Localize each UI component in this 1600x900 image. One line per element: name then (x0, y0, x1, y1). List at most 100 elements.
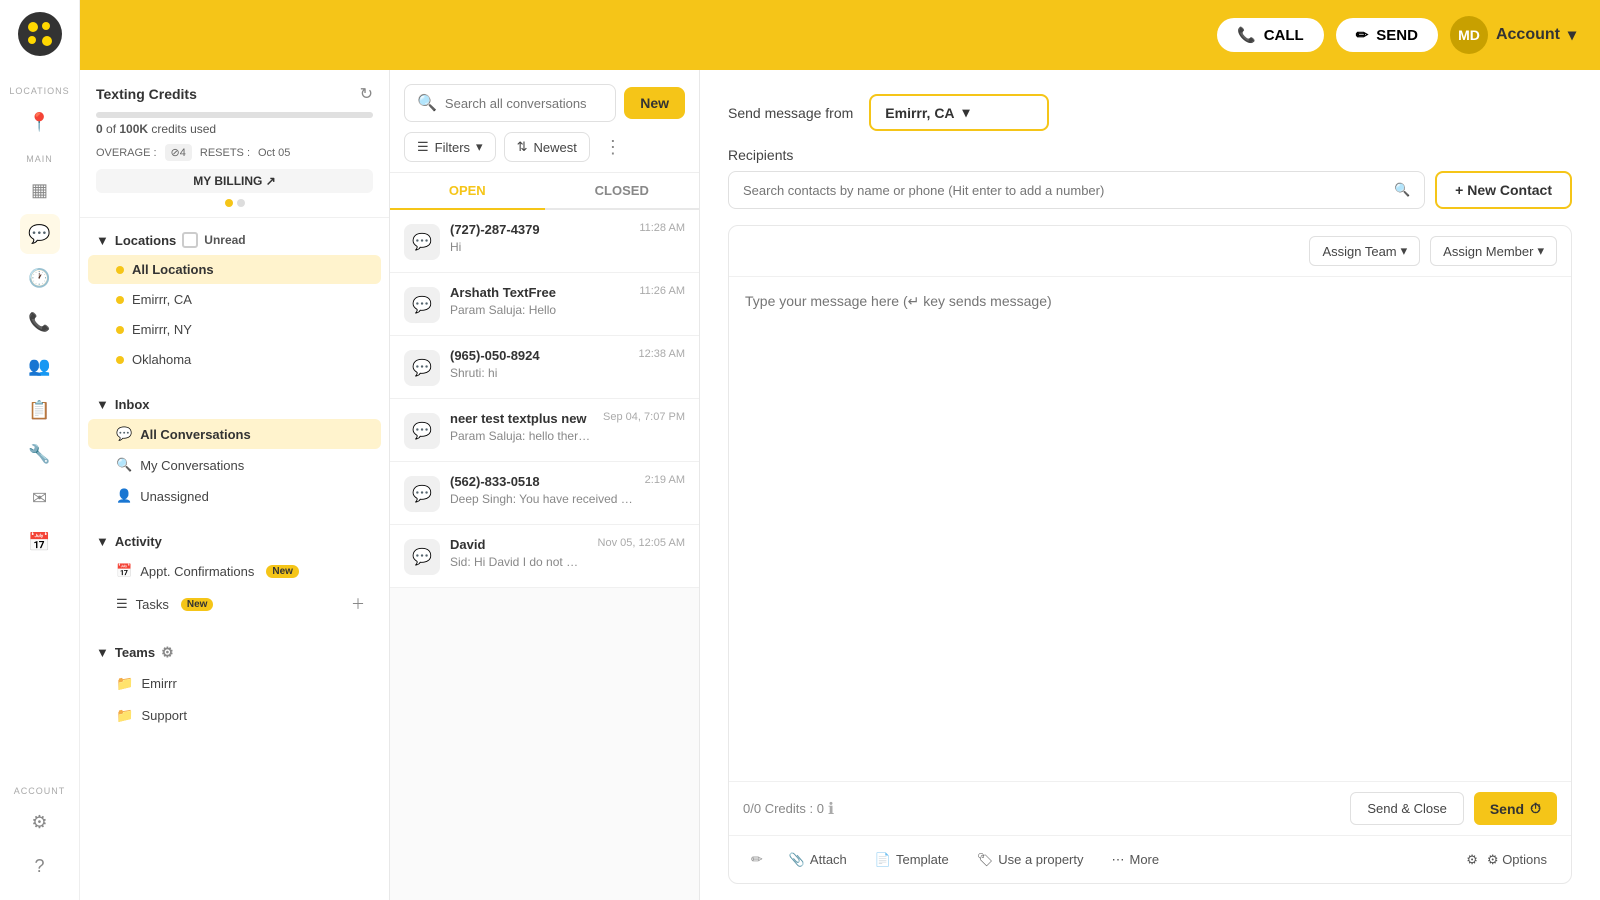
assign-member-button[interactable]: Assign Member ▾ (1430, 236, 1557, 266)
use-property-button[interactable]: 🏷 Use a property (967, 847, 1094, 873)
send-close-button[interactable]: Send & Close (1350, 792, 1464, 825)
my-conversations-icon: 🔍 (116, 457, 132, 473)
message-textarea[interactable] (729, 277, 1571, 781)
tasks-icon: ☰ (116, 596, 128, 612)
footer-left: 0/0 Credits : 0 ℹ (743, 799, 834, 819)
inbox-header[interactable]: ▼ Inbox (80, 391, 389, 418)
conversation-item[interactable]: 💬 neer test textplus new Param Saluja: h… (390, 399, 699, 462)
location-dot-icon (116, 326, 124, 334)
resets-date: Oct 05 (258, 147, 290, 159)
add-task-button[interactable]: ＋ (351, 594, 365, 614)
nav-appt-confirmations[interactable]: 📅 Appt. Confirmations New (88, 556, 381, 586)
recipients-search-input[interactable] (743, 183, 1394, 198)
more-icon: ⋯ (1112, 852, 1125, 868)
credits-progress (96, 112, 373, 118)
nav-team-emirrr[interactable]: 📁 Emirrr (88, 668, 381, 699)
nav-icon-tools[interactable]: 🔧 (20, 434, 60, 474)
nav-icon-settings[interactable]: ⚙ (20, 802, 60, 842)
edit-button[interactable]: ✏ (743, 846, 771, 873)
compose-toolbar-top: Assign Team ▾ Assign Member ▾ (729, 226, 1571, 277)
logo-dot (42, 36, 52, 46)
send-button[interactable]: Send ⏱ (1474, 792, 1557, 825)
avatar: MD (1450, 16, 1488, 54)
location-dot-icon (116, 296, 124, 304)
recipients-input-wrap: 🔍 (728, 171, 1425, 209)
conversation-item[interactable]: 💬 (965)-050-8924 Shruti: hi 12:38 AM (390, 336, 699, 399)
billing-button[interactable]: MY BILLING ↗ (96, 169, 373, 193)
nav-my-conversations[interactable]: 🔍 My Conversations (88, 450, 381, 480)
nav-all-locations[interactable]: All Locations (88, 255, 381, 284)
conversation-item[interactable]: 💬 (727)-287-4379 Hi 11:28 AM (390, 210, 699, 273)
dot-1 (225, 199, 233, 207)
info-icon[interactable]: ℹ (828, 799, 834, 819)
send-button[interactable]: ✏ SEND (1336, 18, 1438, 52)
nav-icon-mail[interactable]: ✉ (20, 478, 60, 518)
conversations-panel: 🔍 New ☰ Filters ▾ ⇅ Newest ⋮ (390, 70, 700, 900)
logo-dot (42, 22, 50, 30)
nav-emirrr-ca[interactable]: Emirrr, CA (88, 285, 381, 314)
nav-all-conversations[interactable]: 💬 All Conversations (88, 419, 381, 449)
nav-icon-calendar[interactable]: 📅 (20, 522, 60, 562)
team-folder-icon: 📁 (116, 675, 133, 692)
account-button[interactable]: MD Account ▾ (1450, 16, 1576, 54)
nav-icon-clock[interactable]: 🕐 (20, 258, 60, 298)
activity-header[interactable]: ▼ Activity (80, 528, 389, 555)
nav-team-support[interactable]: 📁 Support (88, 700, 381, 731)
call-button[interactable]: 📞 CALL (1217, 18, 1324, 52)
conversation-item[interactable]: 💬 Arshath TextFree Param Saluja: Hello 1… (390, 273, 699, 336)
search-box[interactable]: 🔍 (404, 84, 616, 122)
account-label: Account (1496, 26, 1560, 44)
nav-emirrr-ny[interactable]: Emirrr, NY (88, 315, 381, 344)
teams-header[interactable]: ▼ Teams ⚙ (80, 638, 389, 667)
nav-icon-conversations[interactable]: 💬 (20, 214, 60, 254)
conv-icon: 💬 (404, 287, 440, 323)
send-from-label: Send message from (728, 105, 853, 121)
attach-button[interactable]: 📎 Attach (779, 847, 857, 873)
conv-icon: 💬 (404, 350, 440, 386)
locations-header[interactable]: ▼ Locations Unread (80, 226, 389, 254)
team-folder-icon: 📁 (116, 707, 133, 724)
tab-closed[interactable]: CLOSED (545, 173, 700, 210)
tab-open[interactable]: OPEN (390, 173, 545, 210)
options-button[interactable]: ⚙ ⚙ Options (1456, 847, 1557, 873)
location-dot-icon (116, 356, 124, 364)
conversation-item[interactable]: 💬 (562)-833-0518 Deep Singh: You have re… (390, 462, 699, 525)
app-logo[interactable] (18, 12, 62, 56)
conversation-item[interactable]: 💬 David Sid: Hi David I do not mean to b… (390, 525, 699, 588)
nav-icon-reports[interactable]: 📋 (20, 390, 60, 430)
search-input[interactable] (445, 96, 603, 111)
newest-button[interactable]: ⇅ Newest (504, 132, 590, 162)
search-icon: 🔍 (1394, 182, 1410, 198)
nav-icon-contacts[interactable]: 👥 (20, 346, 60, 386)
nav-icon-phone[interactable]: 📞 (20, 302, 60, 342)
nav-unassigned[interactable]: 👤 Unassigned (88, 481, 381, 511)
filters-button[interactable]: ☰ Filters ▾ (404, 132, 496, 162)
icon-sidebar: LOCATIONS 📍 MAIN ▦ 💬 🕐 📞 👥 📋 🔧 ✉ 📅 ACCOU… (0, 0, 80, 900)
logo-dot (28, 36, 36, 44)
nav-tasks[interactable]: ☰ Tasks New ＋ (88, 587, 381, 621)
header: 📞 CALL ✏ SEND MD Account ▾ (80, 0, 1600, 70)
assign-team-button[interactable]: Assign Team ▾ (1309, 236, 1420, 266)
new-contact-button[interactable]: + New Contact (1435, 171, 1572, 209)
refresh-icon[interactable]: ↻ (360, 84, 373, 104)
collapse-icon: ▼ (96, 534, 109, 549)
teams-gear-icon[interactable]: ⚙ (161, 644, 174, 661)
conv-name: (965)-050-8924 (450, 348, 629, 363)
unread-checkbox[interactable] (182, 232, 198, 248)
nav-icon-dashboard[interactable]: ▦ (20, 170, 60, 210)
more-button[interactable]: ⋯ More (1102, 847, 1170, 873)
location-dot-icon (116, 266, 124, 274)
timer-icon: ⏱ (1530, 800, 1541, 817)
nav-icon-help[interactable]: ? (20, 846, 60, 886)
compose-footer: 0/0 Credits : 0 ℹ Send & Close Send ⏱ (729, 781, 1571, 835)
from-select[interactable]: Emirrr, CA ▾ (869, 94, 1049, 131)
new-button[interactable]: New (624, 87, 685, 119)
unassigned-icon: 👤 (116, 488, 132, 504)
conv-content: David Sid: Hi David I do not mean to bot… (450, 537, 588, 569)
more-options-button[interactable]: ⋮ (598, 133, 628, 162)
locations-section-label: LOCATIONS (9, 86, 69, 96)
template-button[interactable]: 📄 Template (865, 847, 959, 873)
nav-oklahoma[interactable]: Oklahoma (88, 345, 381, 374)
nav-icon-location[interactable]: 📍 (20, 102, 60, 142)
dot-2 (237, 199, 245, 207)
